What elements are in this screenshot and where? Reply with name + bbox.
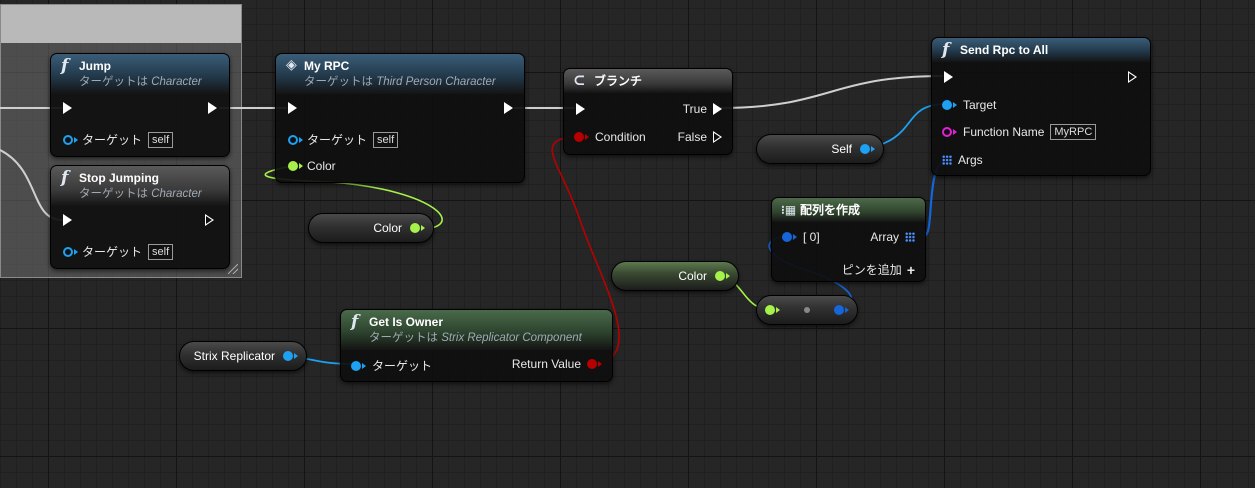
args-pin[interactable]: Args — [942, 153, 983, 167]
plus-icon: + — [906, 261, 915, 278]
stop-jumping-node[interactable]: f Stop Jumping ターゲットは Character ターゲット se… — [50, 165, 230, 269]
object-pin-icon — [63, 134, 73, 145]
exec-arrow-icon — [713, 103, 722, 115]
target-pin[interactable]: ターゲット self — [288, 131, 399, 148]
jump-node-header[interactable]: f Jump ターゲットは Character — [51, 54, 229, 94]
conversion-node[interactable] — [756, 295, 858, 325]
branch-header[interactable]: ⊂ ブランチ — [564, 69, 732, 93]
exec-arrow-icon — [63, 214, 72, 226]
node-title: Jump — [79, 59, 112, 73]
array-out-pin[interactable]: Array — [870, 230, 915, 244]
node-title: Stop Jumping — [79, 171, 159, 185]
exec-arrow-icon — [944, 71, 953, 83]
object-pin-icon[interactable] — [860, 144, 870, 154]
target-pin[interactable]: ターゲット self — [63, 243, 174, 260]
get-is-owner-node[interactable]: f Get Is Owner ターゲットは Strix Replicator C… — [340, 309, 613, 382]
function-name-pin[interactable]: Function Name MyRPC — [942, 124, 1097, 140]
color-pin[interactable]: Color — [288, 159, 336, 173]
self-default-value: self — [148, 243, 174, 260]
make-array-icon: ⁝▦ — [781, 203, 797, 217]
my-rpc-node[interactable]: ◈ My RPC ターゲットは Third Person Character タ… — [275, 53, 525, 183]
exec-in-pin[interactable] — [576, 103, 585, 115]
node-title: Send Rpc to All — [960, 43, 1049, 57]
function-icon: f — [61, 168, 69, 188]
condition-pin[interactable]: Condition — [574, 130, 646, 144]
node-title: Get Is Owner — [369, 315, 444, 329]
function-icon: f — [351, 312, 359, 332]
send-rpc-to-all-node[interactable]: f Send Rpc to All Target Function Name M… — [931, 37, 1151, 176]
array-grid-icon — [905, 232, 915, 242]
my-rpc-header[interactable]: ◈ My RPC ターゲットは Third Person Character — [276, 54, 524, 94]
object-pin-icon — [942, 100, 952, 110]
exec-out-pin[interactable] — [205, 214, 214, 226]
stop-jumping-header[interactable]: f Stop Jumping ターゲットは Character — [51, 166, 229, 206]
branch-node[interactable]: ⊂ ブランチ True Condition False — [563, 68, 733, 155]
exec-in-pin[interactable] — [944, 71, 953, 83]
true-exec-out-pin[interactable]: True — [683, 102, 722, 116]
strix-replicator-variable-node[interactable]: Strix Replicator — [179, 341, 307, 371]
function-name-input[interactable]: MyRPC — [1050, 124, 1097, 140]
get-is-owner-header[interactable]: f Get Is Owner ターゲットは Strix Replicator C… — [341, 310, 612, 350]
exec-in-pin[interactable] — [63, 214, 72, 226]
self-variable-node[interactable]: Self — [756, 134, 884, 164]
exec-arrow-icon — [208, 102, 217, 114]
branch-icon: ⊂ — [573, 71, 586, 89]
object-pin-icon[interactable] — [283, 351, 293, 361]
conversion-input-pin[interactable] — [765, 305, 780, 315]
node-target-subtitle: ターゲットは Character — [79, 188, 202, 200]
node-title: My RPC — [304, 59, 350, 73]
exec-in-pin[interactable] — [288, 102, 297, 114]
node-target-subtitle: ターゲットは Strix Replicator Component — [369, 332, 582, 344]
target-pin[interactable]: Target — [942, 98, 996, 112]
name-pin-icon — [942, 127, 952, 137]
struct-pin-icon — [765, 305, 775, 315]
array-grid-icon — [942, 155, 952, 165]
make-array-node[interactable]: ⁝▦ 配列を作成 [ 0] Array ピンを追加 + — [771, 197, 926, 282]
exec-arrow-icon — [63, 102, 72, 114]
wildcard-pin-icon — [834, 305, 844, 315]
event-diamond-icon: ◈ — [286, 57, 297, 73]
exec-arrow-icon — [576, 103, 585, 115]
exec-arrow-hollow-icon — [713, 131, 722, 143]
exec-arrow-icon — [288, 102, 297, 114]
exec-arrow-icon — [504, 102, 513, 114]
node-target-subtitle: ターゲットは Third Person Character — [304, 76, 496, 88]
object-pin-icon — [288, 134, 298, 145]
conversion-output-pin[interactable] — [834, 305, 849, 315]
conversion-dot-icon — [804, 307, 810, 313]
exec-arrow-hollow-icon — [1128, 71, 1137, 83]
return-value-pin[interactable]: Return Value — [512, 357, 602, 371]
node-target-subtitle: ターゲットは Character — [79, 76, 202, 88]
exec-out-pin[interactable] — [208, 102, 217, 114]
self-default-value: self — [148, 131, 174, 148]
exec-out-pin[interactable] — [1128, 71, 1137, 83]
target-pin[interactable]: ターゲット self — [63, 131, 174, 148]
color-variable-node-2[interactable]: Color — [611, 261, 739, 291]
false-exec-out-pin[interactable]: False — [678, 130, 722, 144]
make-array-header[interactable]: ⁝▦ 配列を作成 — [772, 198, 925, 222]
struct-pin-icon — [288, 161, 298, 171]
function-icon: f — [61, 56, 69, 76]
exec-arrow-hollow-icon — [205, 214, 214, 226]
bool-pin-icon — [574, 132, 584, 142]
exec-out-pin[interactable] — [504, 102, 513, 114]
target-pin[interactable]: ターゲット — [351, 357, 432, 374]
object-pin-icon — [351, 360, 361, 371]
struct-pin-icon[interactable] — [715, 271, 725, 281]
node-title: 配列を作成 — [800, 203, 861, 217]
bool-pin-icon — [587, 359, 597, 369]
self-default-value: self — [373, 131, 399, 148]
struct-pin-icon[interactable] — [410, 223, 420, 233]
exec-in-pin[interactable] — [63, 102, 72, 114]
function-icon: f — [942, 40, 950, 60]
index-0-pin[interactable]: [ 0] — [782, 230, 820, 244]
add-pin-button[interactable]: ピンを追加 + — [842, 261, 915, 278]
wildcard-pin-icon — [782, 232, 792, 242]
object-pin-icon — [63, 246, 73, 257]
exec-wire-true-send — [719, 75, 943, 109]
send-rpc-header[interactable]: f Send Rpc to All — [932, 38, 1150, 62]
jump-node[interactable]: f Jump ターゲットは Character ターゲット self — [50, 53, 230, 157]
color-variable-node-1[interactable]: Color — [308, 213, 434, 243]
node-title: ブランチ — [594, 74, 643, 88]
